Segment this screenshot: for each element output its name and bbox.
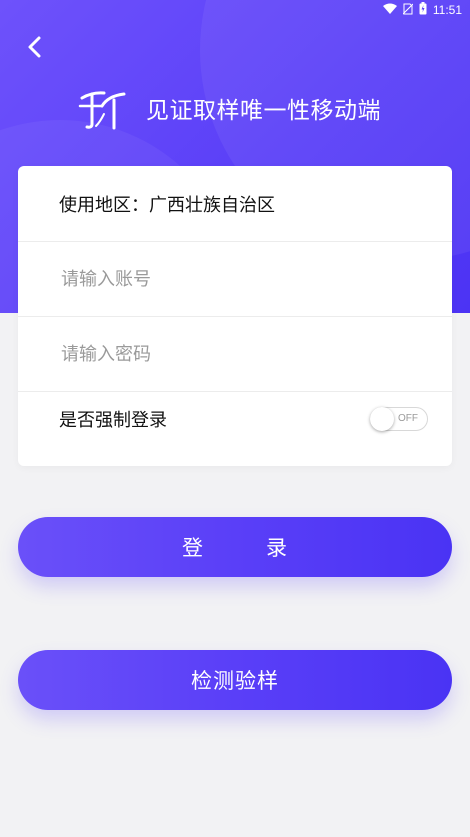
check-sample-button[interactable]: 检测验样 bbox=[18, 650, 452, 710]
toggle-state-text: OFF bbox=[398, 413, 418, 424]
app-logo bbox=[78, 91, 126, 130]
status-time: 11:51 bbox=[432, 3, 462, 17]
force-login-row: 是否强制登录 OFF bbox=[18, 391, 452, 445]
status-bar: 11:51 bbox=[0, 0, 470, 20]
force-login-toggle[interactable]: OFF bbox=[370, 407, 428, 431]
account-row bbox=[18, 241, 452, 316]
toggle-knob bbox=[370, 407, 394, 431]
login-label-char-1: 登 bbox=[182, 536, 204, 560]
wifi-icon bbox=[382, 3, 397, 18]
back-button[interactable] bbox=[20, 32, 50, 62]
region-value: 广西壮族自治区 bbox=[149, 194, 275, 216]
login-label-char-2: 录 bbox=[266, 536, 288, 560]
password-row bbox=[18, 316, 452, 391]
page-title: 见证取样唯一性移动端 bbox=[146, 98, 381, 124]
password-input[interactable] bbox=[59, 342, 403, 366]
check-sample-label: 检测验样 bbox=[191, 669, 279, 693]
brand: 见证取样唯一性移动端 bbox=[78, 80, 381, 136]
region-row[interactable]: 使用地区： 广西壮族自治区 bbox=[18, 166, 452, 241]
login-button[interactable]: 登 录 bbox=[18, 517, 452, 577]
region-label: 使用地区： bbox=[59, 194, 149, 216]
force-login-label: 是否强制登录 bbox=[59, 409, 167, 431]
battery-icon bbox=[419, 2, 427, 18]
chevron-left-icon bbox=[28, 36, 41, 58]
account-input[interactable] bbox=[59, 267, 403, 291]
login-form-card: 使用地区： 广西壮族自治区 是否强制登录 OFF bbox=[18, 166, 452, 466]
no-sim-icon bbox=[402, 3, 414, 18]
